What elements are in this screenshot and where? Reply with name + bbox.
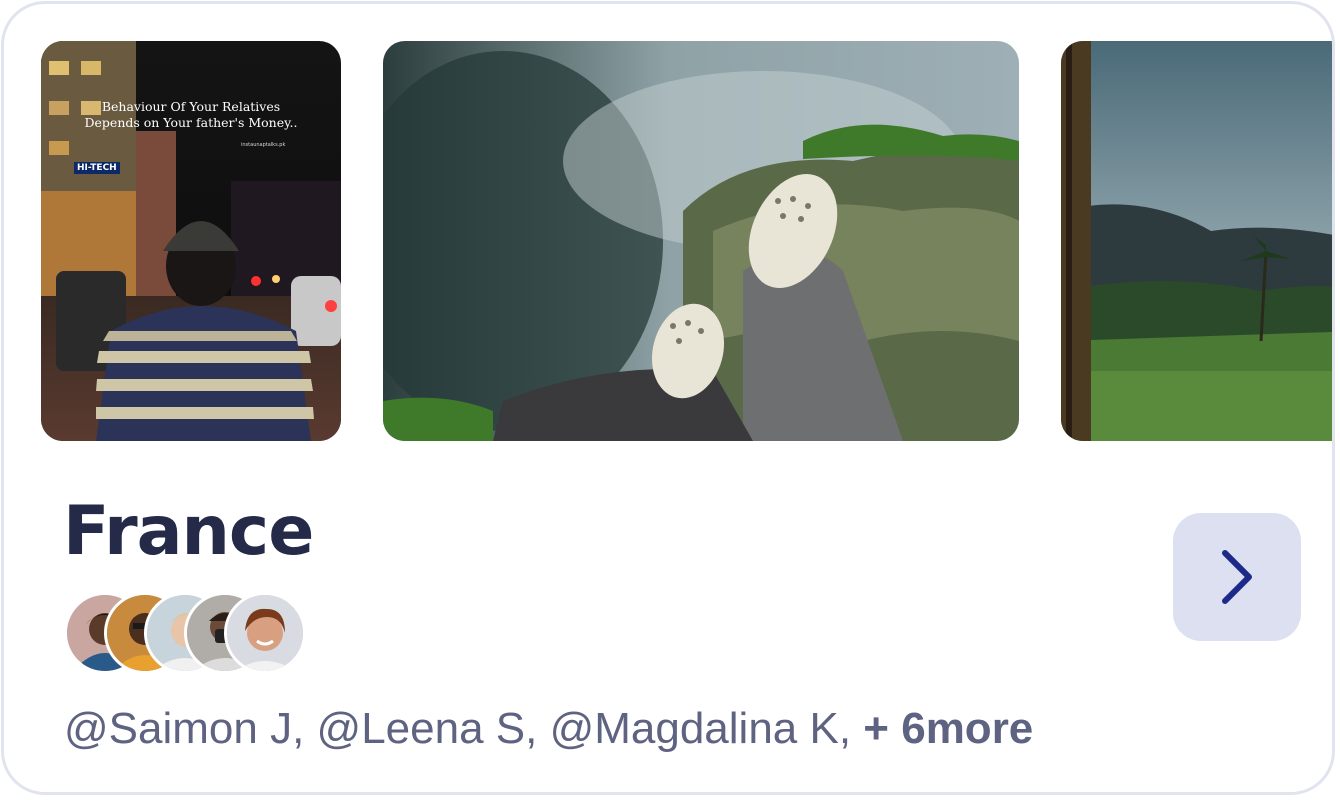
avatar [224,592,306,674]
trip-title: France [63,492,314,571]
participant-names[interactable]: @Saimon J, @Leena S, @Magdalina K, + 6mo… [64,704,1033,754]
caption-line-2: Depends on Your father's Money.. [84,115,298,130]
stormy-hills-photo[interactable] [1061,41,1332,441]
next-button[interactable] [1173,513,1301,641]
photo-credit: instaunaptalks.pk [241,142,286,148]
chevron-right-icon [1222,550,1252,604]
participant-avatars[interactable] [64,592,324,678]
caption-line-1: Behaviour Of Your Relatives [101,99,281,114]
more-participants-link[interactable]: + 6more [863,704,1033,753]
misty-cliff-feet-photo[interactable] [383,41,1019,441]
participant-list: @Saimon J, @Leena S, @Magdalina K, [64,704,864,753]
stormy-hills-image [1061,41,1332,441]
misty-cliff-image [383,41,1019,441]
night-street-photo[interactable]: Behaviour Of Your Relatives Depends on Y… [41,41,341,441]
trip-card[interactable]: Behaviour Of Your Relatives Depends on Y… [1,1,1335,795]
shop-sign: HI-TECH [74,162,120,174]
photo-caption: Behaviour Of Your Relatives Depends on Y… [71,99,311,131]
